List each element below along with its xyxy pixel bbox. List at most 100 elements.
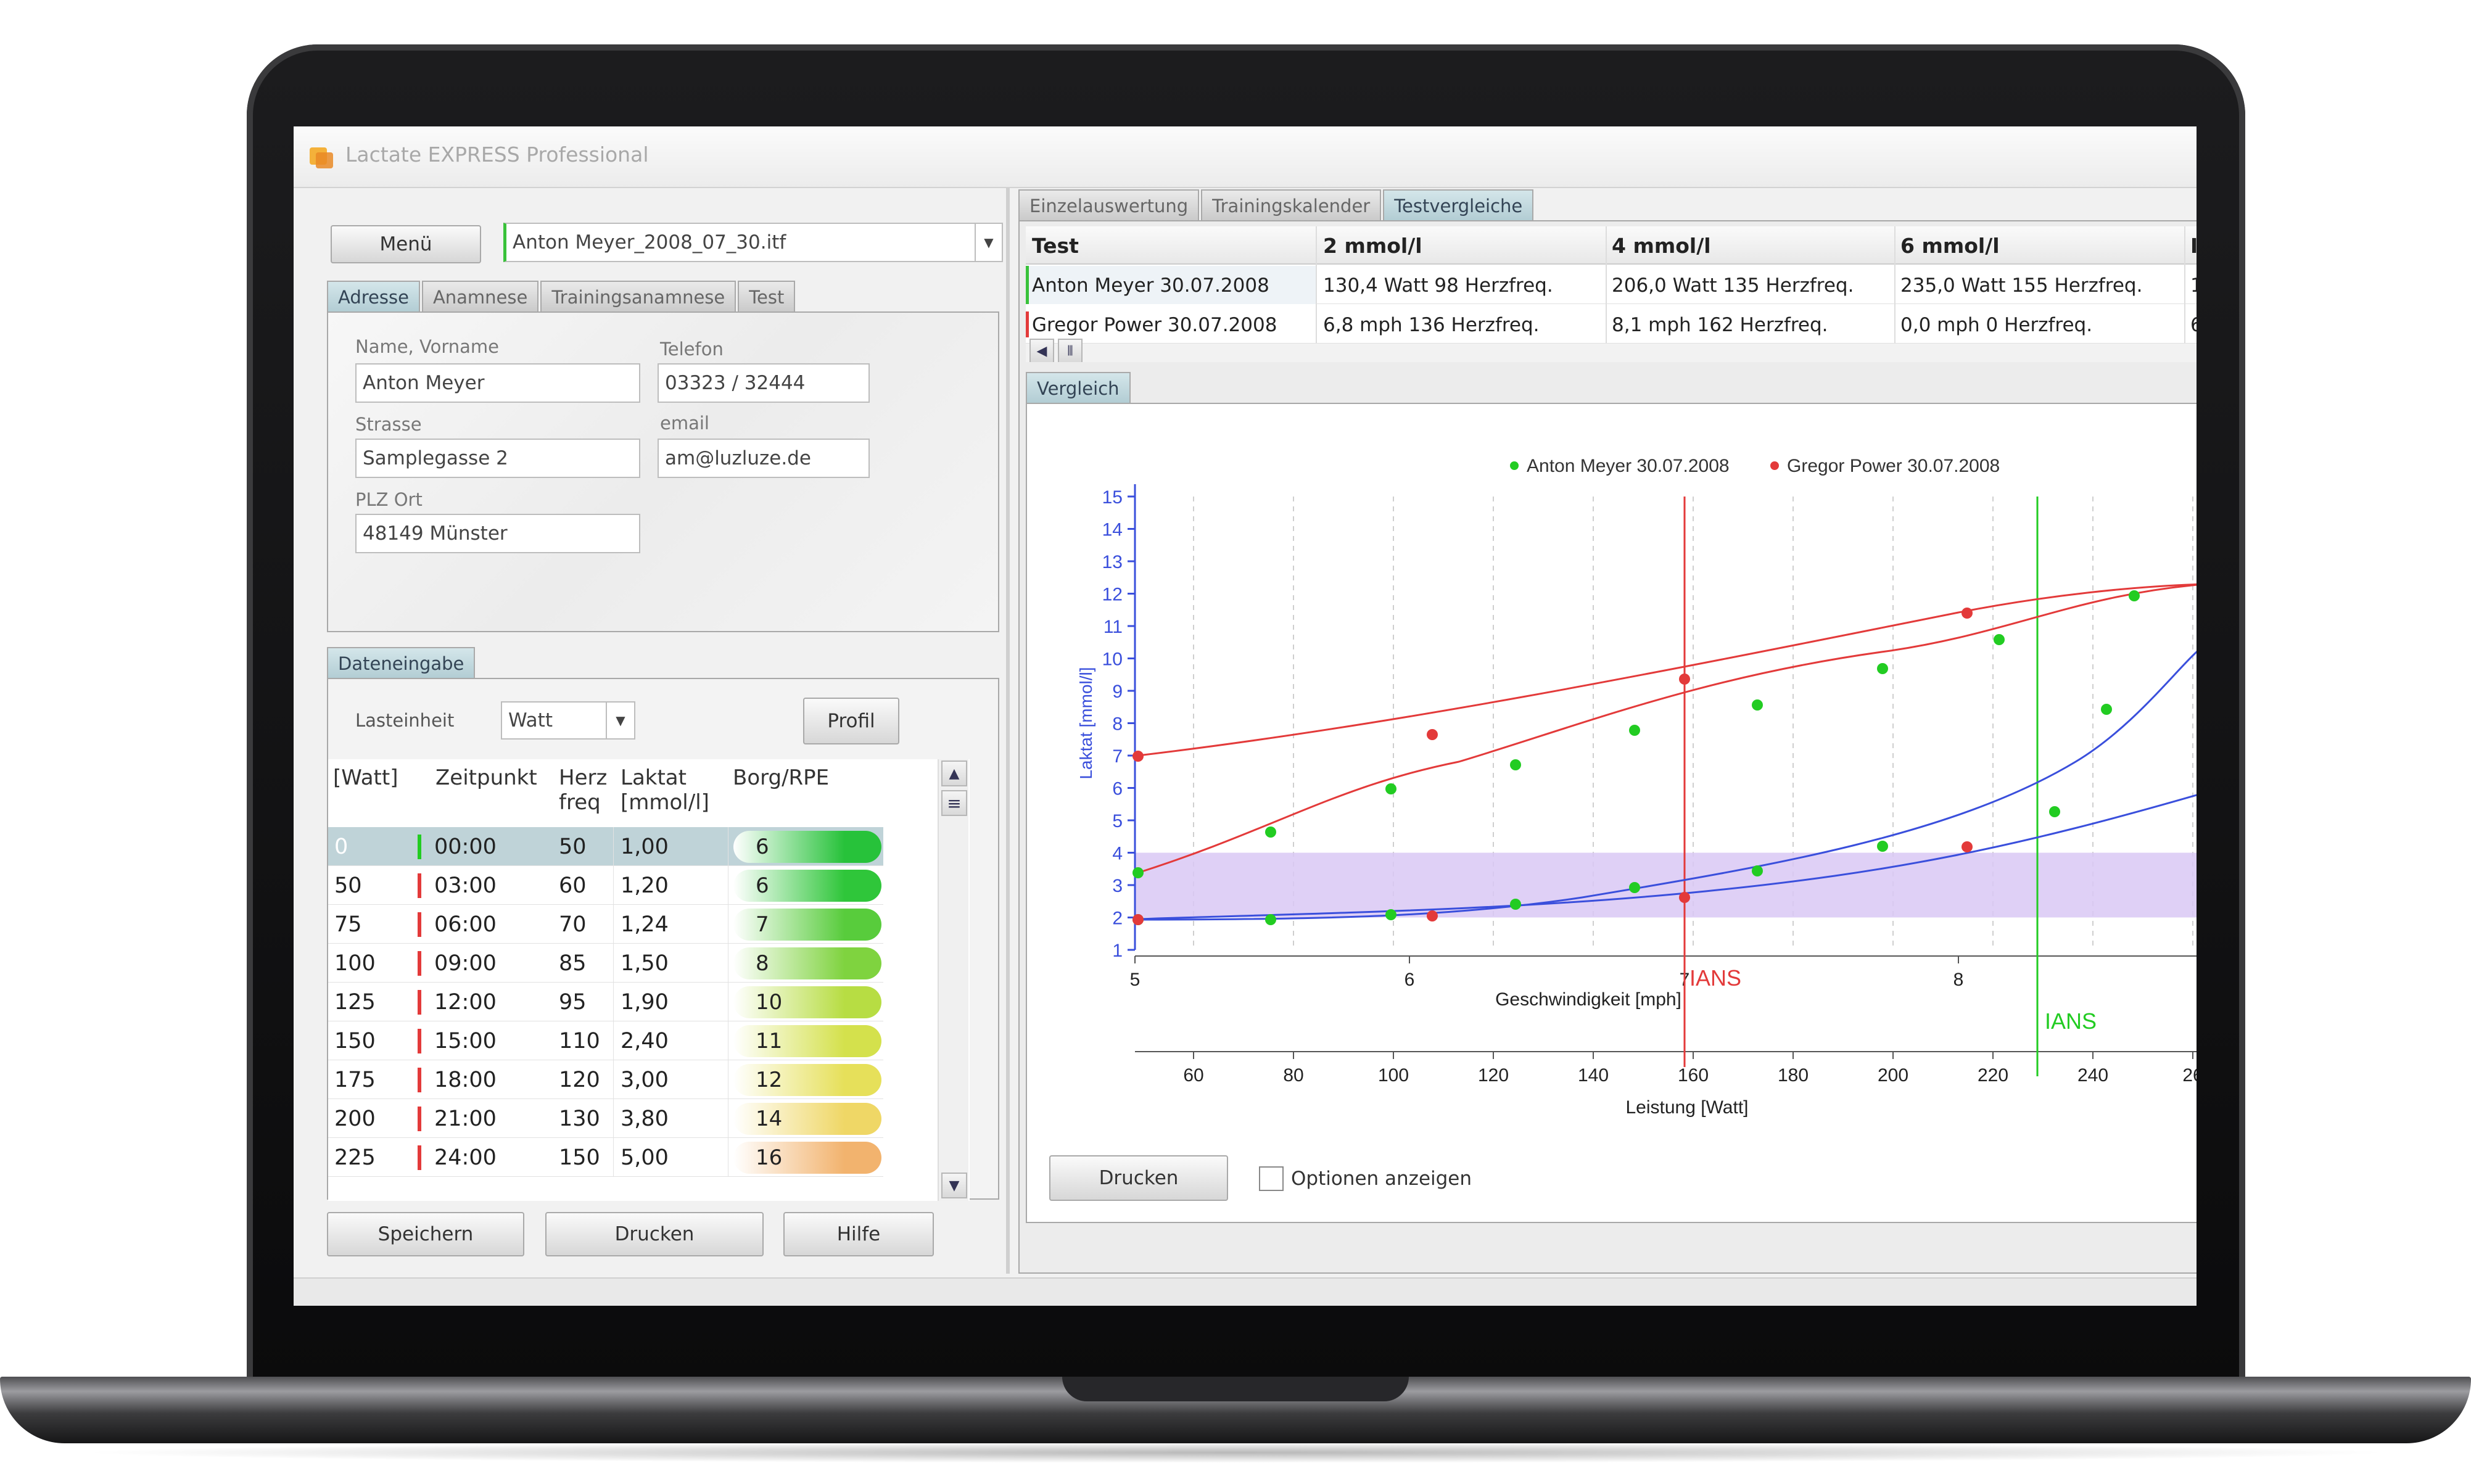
data-point-anton bbox=[1132, 867, 1144, 878]
cell-time: 03:00 bbox=[434, 873, 497, 898]
options-checkbox[interactable] bbox=[1259, 1166, 1284, 1191]
col-divider bbox=[613, 983, 614, 1021]
h-scrollbar[interactable]: ◀ ⦀ bbox=[1026, 339, 2197, 362]
cell-heartrate: 70 bbox=[559, 912, 587, 937]
y-tick-label: 2 bbox=[1112, 909, 1123, 929]
cell-borg[interactable]: 6 bbox=[733, 870, 881, 902]
load-unit-select[interactable]: Watt ▼ bbox=[501, 701, 635, 740]
y-tick-label: 13 bbox=[1102, 552, 1123, 572]
data-point-anton bbox=[1877, 841, 1888, 852]
cell-borg[interactable]: 16 bbox=[733, 1142, 881, 1174]
tab-dateneingabe[interactable]: Dateneingabe bbox=[327, 647, 476, 679]
scroll-grip-icon[interactable]: ≡ bbox=[941, 790, 967, 816]
scroll-up-icon[interactable]: ▲ bbox=[941, 761, 967, 786]
table-row[interactable]: 225 24:00 150 5,00 16 bbox=[328, 1138, 883, 1177]
cell-4mmol: 206,0 Watt 135 Herzfreq. bbox=[1612, 274, 1854, 297]
print-button[interactable]: Drucken bbox=[545, 1212, 764, 1256]
cell-lactate: 2,40 bbox=[621, 1029, 669, 1053]
x-bottom-tick-label: 26 bbox=[2182, 1065, 2197, 1086]
row-marker bbox=[418, 1107, 421, 1131]
cell-time: 21:00 bbox=[434, 1107, 497, 1131]
cell-borg[interactable]: 8 bbox=[733, 947, 881, 979]
table-row[interactable]: 200 21:00 130 3,80 14 bbox=[328, 1099, 883, 1138]
table-row[interactable]: Anton Meyer 30.07.2008 130,4 Watt 98 Her… bbox=[1026, 266, 2197, 304]
data-point-anton bbox=[2129, 590, 2140, 601]
table-row[interactable]: Gregor Power 30.07.2008 6,8 mph 136 Herz… bbox=[1026, 305, 2197, 344]
table-row[interactable]: 50 03:00 60 1,20 6 bbox=[328, 866, 883, 905]
splitter[interactable] bbox=[1006, 188, 1010, 1274]
cell-time: 15:00 bbox=[434, 1029, 497, 1053]
tab-adresse[interactable]: Adresse bbox=[327, 281, 420, 313]
legend-marker-anton bbox=[1510, 461, 1519, 470]
x-bottom-tick-label: 160 bbox=[1678, 1065, 1709, 1086]
row-marker bbox=[418, 835, 421, 859]
x-top-tick-label: 8 bbox=[1953, 970, 1964, 990]
left-column: Menü Anton Meyer_2008_07_30.itf ▼ Adress… bbox=[317, 188, 1033, 1274]
help-button[interactable]: Hilfe bbox=[783, 1212, 934, 1256]
cell-borg[interactable]: 14 bbox=[733, 1103, 881, 1135]
tab-trainingskalender[interactable]: Trainingskalender bbox=[1201, 189, 1382, 221]
name-field[interactable]: Anton Meyer bbox=[355, 363, 640, 403]
data-point-anton bbox=[1994, 634, 2005, 645]
cell-time: 09:00 bbox=[434, 951, 497, 976]
table-row[interactable]: 150 15:00 110 2,40 11 bbox=[328, 1021, 883, 1060]
cell-6mmol: 0,0 mph 0 Herzfreq. bbox=[1900, 314, 2093, 336]
phone-label: Telefon bbox=[660, 339, 724, 360]
cell-borg[interactable]: 11 bbox=[733, 1025, 881, 1057]
y-tick-label: 12 bbox=[1102, 585, 1123, 605]
row-marker bbox=[418, 1068, 421, 1092]
cell-borg[interactable]: 12 bbox=[733, 1064, 881, 1096]
data-point-anton bbox=[1877, 663, 1888, 674]
chart-print-button[interactable]: Drucken bbox=[1049, 1155, 1228, 1201]
table-row[interactable]: 100 09:00 85 1,50 8 bbox=[328, 944, 883, 983]
col-divider bbox=[613, 866, 614, 905]
cell-heartrate: 150 bbox=[559, 1145, 600, 1170]
menu-button[interactable]: Menü bbox=[331, 225, 481, 263]
cell-watt: 125 bbox=[334, 990, 376, 1015]
cell-borg[interactable]: 7 bbox=[733, 909, 881, 941]
email-field[interactable]: am@luzluze.de bbox=[658, 439, 870, 478]
table-row[interactable]: 125 12:00 95 1,90 10 bbox=[328, 983, 883, 1021]
cell-lactate: 3,80 bbox=[621, 1107, 669, 1131]
tab-testvergleiche[interactable]: Testvergleiche bbox=[1383, 189, 1534, 221]
cell-borg[interactable]: 6 bbox=[733, 831, 881, 863]
tab-vergleich[interactable]: Vergleich bbox=[1026, 372, 1131, 404]
x-bottom-axis-label: Leistung [Watt] bbox=[1626, 1097, 1749, 1118]
scroll-left-icon[interactable]: ◀ bbox=[1029, 339, 1054, 362]
y-tick-label: 1 bbox=[1112, 941, 1123, 961]
cell-ians: 6, bbox=[2190, 314, 2197, 336]
city-field[interactable]: 48149 Münster bbox=[355, 514, 640, 553]
data-point-anton bbox=[1629, 882, 1640, 893]
profile-button[interactable]: Profil bbox=[803, 698, 899, 744]
table-scrollbar[interactable]: ▲ ≡ ▼ bbox=[938, 759, 968, 1201]
col-divider bbox=[613, 1138, 614, 1177]
y-tick-label: 11 bbox=[1103, 617, 1123, 637]
chevron-down-icon[interactable]: ▼ bbox=[975, 224, 1002, 261]
tab-trainingsanamnese[interactable]: Trainingsanamnese bbox=[540, 281, 736, 313]
col-divider bbox=[613, 1060, 614, 1099]
scroll-grip-icon[interactable]: ⦀ bbox=[1058, 339, 1083, 362]
tab-test[interactable]: Test bbox=[738, 281, 796, 313]
cell-heartrate: 120 bbox=[559, 1068, 600, 1092]
col-time: Zeitpunkt bbox=[435, 765, 537, 790]
tab-einzelauswertung[interactable]: Einzelauswertung bbox=[1018, 189, 1200, 221]
table-row[interactable]: 175 18:00 120 3,00 12 bbox=[328, 1060, 883, 1099]
analysis-tabs: Einzelauswertung Trainingskalender Testv… bbox=[1018, 189, 1535, 221]
cell-watt: 75 bbox=[334, 912, 362, 937]
file-select[interactable]: Anton Meyer_2008_07_30.itf ▼ bbox=[503, 223, 1003, 262]
chevron-down-icon[interactable]: ▼ bbox=[606, 703, 634, 738]
table-row[interactable]: 0 00:00 50 1,00 6 bbox=[328, 827, 883, 866]
scroll-down-icon[interactable]: ▼ bbox=[941, 1173, 967, 1198]
data-point-anton bbox=[1385, 783, 1396, 794]
table-row[interactable]: 75 06:00 70 1,24 7 bbox=[328, 905, 883, 944]
cell-test: Anton Meyer 30.07.2008 bbox=[1032, 274, 1269, 297]
street-field[interactable]: Samplegasse 2 bbox=[355, 439, 640, 478]
phone-field[interactable]: 03323 / 32444 bbox=[658, 363, 870, 403]
x-bottom-tick-label: 120 bbox=[1478, 1065, 1509, 1086]
options-label: Optionen anzeigen bbox=[1291, 1168, 1472, 1190]
save-button[interactable]: Speichern bbox=[327, 1212, 524, 1256]
data-point-gregor bbox=[1679, 892, 1690, 903]
cell-borg[interactable]: 10 bbox=[733, 986, 881, 1018]
data-point-gregor bbox=[1427, 910, 1438, 921]
tab-anamnese[interactable]: Anamnese bbox=[421, 281, 539, 313]
